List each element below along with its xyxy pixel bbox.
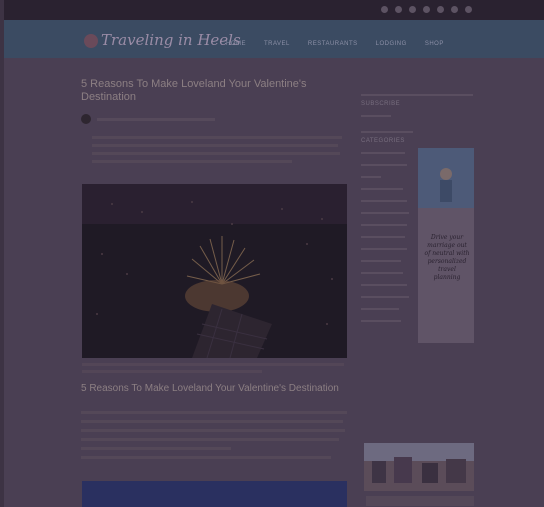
post-title[interactable]: 5 Reasons To Make Loveland Your Valentin…: [81, 78, 351, 104]
googleplus-icon[interactable]: [437, 6, 444, 13]
social-icons: [381, 6, 472, 13]
rss-icon[interactable]: [451, 6, 458, 13]
ad-text: Drive your marriage out of neutral with …: [424, 234, 470, 281]
post-excerpt-blurred: [92, 136, 342, 168]
hero-image-fireworks: [82, 184, 347, 358]
nav-shop[interactable]: SHOP: [425, 41, 444, 47]
top-bar: [4, 0, 544, 20]
instagram-icon[interactable]: [423, 6, 430, 13]
email-icon[interactable]: [465, 6, 472, 13]
widget-image: [364, 443, 474, 491]
facebook-icon[interactable]: [381, 6, 388, 13]
categories-heading: CATEGORIES: [361, 131, 413, 144]
image-caption-blurred: [82, 363, 344, 377]
section-title: 5 Reasons To Make Loveland Your Valentin…: [81, 383, 339, 394]
post-meta: [81, 114, 215, 124]
subscribe-heading: SUBSCRIBE: [361, 94, 473, 107]
logo-text: Traveling in Heels: [101, 31, 241, 49]
twitter-icon[interactable]: [395, 6, 402, 13]
browser-page: Traveling in Heels HOME TRAVEL RESTAURAN…: [4, 0, 544, 507]
main-nav: HOME TRAVEL RESTAURANTS LODGING SHOP: [226, 41, 444, 47]
nav-travel[interactable]: TRAVEL: [264, 41, 290, 47]
sidebar-ad[interactable]: Drive your marriage out of neutral with …: [418, 148, 474, 343]
fireworks-photo: [82, 184, 347, 358]
author-avatar: [81, 114, 91, 124]
second-image: [82, 481, 347, 507]
nav-home[interactable]: HOME: [226, 41, 246, 47]
pinterest-icon[interactable]: [409, 6, 416, 13]
post-body-blurred: [81, 411, 347, 465]
logo-mark-icon: [84, 34, 98, 48]
subscribe-widget: [361, 115, 473, 117]
site-logo[interactable]: Traveling in Heels: [84, 28, 241, 52]
meta-text-blurred: [97, 117, 215, 121]
site-header: Traveling in Heels HOME TRAVEL RESTAURAN…: [4, 20, 544, 58]
main-content: 5 Reasons To Make Loveland Your Valentin…: [4, 58, 544, 507]
sidebar-image-widget[interactable]: [364, 443, 474, 491]
nav-restaurants[interactable]: RESTAURANTS: [308, 41, 358, 47]
nav-lodging[interactable]: LODGING: [376, 41, 407, 47]
widget-caption-blurred: [366, 496, 474, 506]
